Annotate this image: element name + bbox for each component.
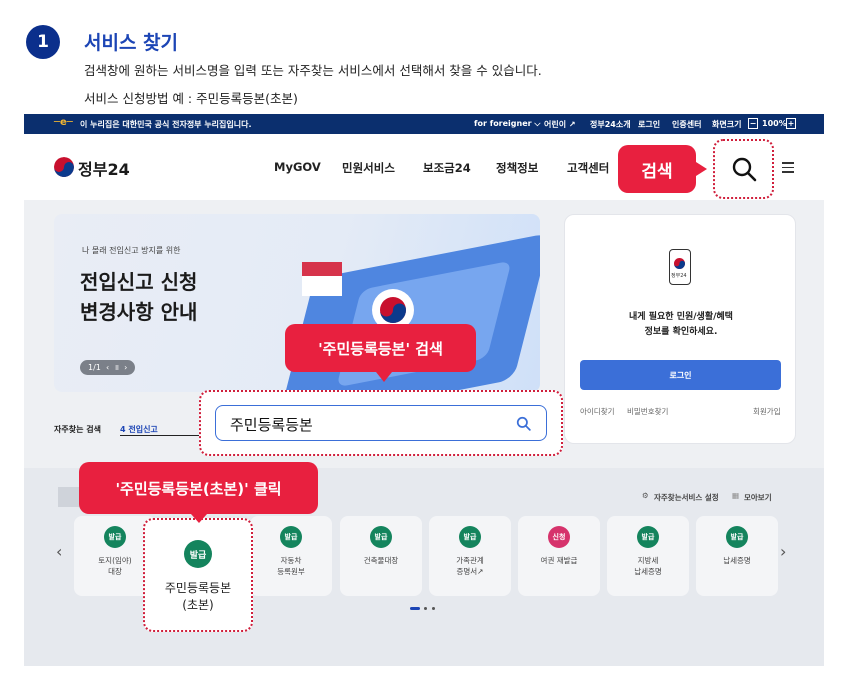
login-button[interactable]: 로그인 — [580, 360, 781, 390]
frequent-search-label: 자주찾는 검색 — [54, 425, 101, 434]
service-label: 건축물대장 — [363, 556, 399, 565]
search-input-value: 주민등록등본 — [230, 416, 313, 434]
house-illustration — [302, 262, 342, 296]
frequent-keyword-link[interactable]: 4 전입신고 — [120, 424, 200, 436]
zoom-in-button[interactable]: + — [786, 118, 796, 129]
step-title: 서비스 찾기 — [84, 32, 179, 54]
carousel-next-icon[interactable]: › — [780, 542, 786, 561]
govbar-link-login[interactable]: 로그인 — [638, 119, 660, 130]
carousel-dot-active[interactable] — [410, 607, 420, 610]
govbar-link-cert[interactable]: 인증센터 — [672, 119, 701, 130]
zoom-out-button[interactable]: − — [748, 118, 758, 129]
carousel-dot[interactable] — [432, 607, 435, 610]
site-logo[interactable]: 정부24 — [78, 156, 130, 180]
login-card-message-line1: 내게 필요한 민원/생활/혜택 — [629, 312, 733, 322]
service-card-passport-reissue[interactable]: 신청 여권 재발급 — [518, 516, 600, 596]
nav-civil-services[interactable]: 민원서비스 — [342, 160, 395, 176]
service-badge: 발급 — [280, 526, 302, 548]
govbar-link-foreigner[interactable]: for foreigner ⌵ — [474, 119, 540, 129]
service-badge: 발급 — [637, 526, 659, 548]
service-card-family-certificate[interactable]: 발급 가족관계 증명서↗ — [429, 516, 511, 596]
service-label: 여권 재발급 — [540, 556, 578, 565]
search-button[interactable] — [713, 139, 774, 199]
grid-icon: ▦ — [732, 491, 740, 500]
banner-title-line2: 변경사항 안내 — [80, 300, 198, 324]
callout-search: 검색 — [618, 145, 696, 193]
banner-title-line1: 전입신고 신청 — [80, 270, 198, 294]
service-label: 주민등록등본 (초본) — [164, 581, 232, 612]
callout-click-pointer — [191, 514, 207, 523]
banner-pager[interactable]: 1/1 ‹ ॥ › — [80, 360, 136, 375]
login-card-message-line2: 정보를 확인하세요. — [644, 327, 718, 337]
service-label: 납세증명 — [723, 556, 751, 565]
service-badge: 발급 — [184, 540, 212, 568]
phone-icon: 정부24 — [669, 249, 691, 285]
find-password-link[interactable]: 비밀번호찾기 — [627, 406, 668, 417]
frequent-services-settings[interactable]: 자주찾는서비스 설정 — [654, 492, 719, 503]
view-all-services[interactable]: 모아보기 — [744, 492, 772, 503]
service-label: 자동차 등록원부 — [277, 556, 305, 576]
service-badge: 신청 — [548, 526, 570, 548]
menu-icon[interactable] — [782, 162, 794, 173]
gov-notice-bar: ─e─ 이 누리집은 대한민국 공식 전자정부 누리집입니다. for fore… — [24, 114, 824, 134]
gov24-screenshot: ─e─ 이 누리집은 대한민국 공식 전자정부 누리집입니다. for fore… — [24, 114, 824, 666]
service-badge: 발급 — [104, 526, 126, 548]
gov-emblem-icon: ─e─ — [54, 117, 73, 128]
callout-search-keyword: '주민등록등본' 검색 — [285, 324, 476, 372]
service-card-tax-certificate[interactable]: 발급 납세증명 — [696, 516, 778, 596]
govbar-link-about[interactable]: 정부24소개 — [590, 119, 631, 130]
step-description: 검색창에 원하는 서비스명을 입력 또는 자주찾는 서비스에서 선택해서 찾을 … — [84, 63, 542, 78]
search-submit-icon[interactable] — [516, 416, 531, 431]
zoom-label: 화면크기 — [712, 120, 742, 129]
callout-click: '주민등록등본(초본)' 클릭 — [79, 462, 318, 514]
carousel-prev-icon[interactable]: ‹ — [56, 542, 62, 561]
govbar-link-kids[interactable]: 어린이 ↗ — [544, 119, 576, 130]
zoom-value: 100% — [762, 119, 787, 128]
nav-subsidy24[interactable]: 보조금24 — [423, 160, 471, 176]
search-input[interactable]: 주민등록등본 — [215, 405, 547, 441]
search-input-highlight: 주민등록등본 — [199, 390, 563, 456]
gov-notice-text: 이 누리집은 대한민국 공식 전자정부 누리집입니다. — [80, 120, 252, 129]
banner-eyebrow: 나 몰래 전입신고 방지를 위한 — [82, 246, 181, 255]
service-card-vehicle-register[interactable]: 발급 자동차 등록원부 — [250, 516, 332, 596]
signup-link[interactable]: 회원가입 — [753, 406, 781, 417]
callout-search-pointer — [696, 162, 707, 176]
taegeuk-logo-icon — [54, 157, 74, 177]
gear-icon: ⚙ — [642, 491, 649, 500]
search-icon — [732, 157, 757, 182]
service-label: 토지(임야) 대장 — [98, 556, 132, 576]
service-badge: 발급 — [726, 526, 748, 548]
step-example: 서비스 신청방법 예 : 주민등록등본(초본) — [84, 91, 298, 106]
nav-policy-info[interactable]: 정책정보 — [496, 160, 538, 176]
callout-search-keyword-pointer — [376, 372, 392, 382]
service-card-resident-registration[interactable]: 발급 주민등록등본 (초본) — [143, 518, 253, 632]
carousel-dot[interactable] — [424, 607, 427, 610]
find-id-link[interactable]: 아이디찾기 — [580, 406, 615, 417]
phone-icon-label: 정부24 — [671, 273, 687, 279]
service-badge: 발급 — [459, 526, 481, 548]
nav-mygov[interactable]: MyGOV — [274, 160, 321, 174]
service-label: 지방세 납세증명 — [634, 556, 662, 576]
service-label: 가족관계 증명서↗ — [456, 556, 484, 576]
login-card: 정부24 내게 필요한 민원/생활/혜택 정보를 확인하세요. 로그인 아이디찾… — [564, 214, 796, 444]
service-card-local-tax-certificate[interactable]: 발급 지방세 납세증명 — [607, 516, 689, 596]
nav-customer-center[interactable]: 고객센터 — [567, 160, 609, 176]
service-badge: 발급 — [370, 526, 392, 548]
step-number-badge: 1 — [26, 25, 60, 59]
service-card-building-register[interactable]: 발급 건축물대장 — [340, 516, 422, 596]
